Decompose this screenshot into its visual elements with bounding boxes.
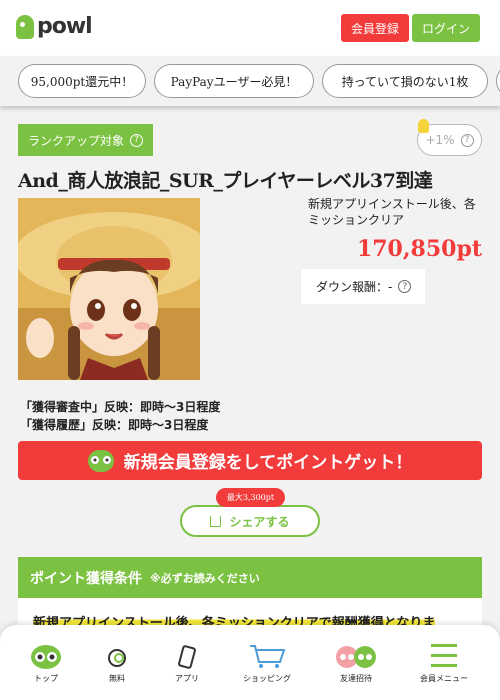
owl-icon [87, 449, 114, 472]
campaign-filter-bar: 95,000pt還元中！ PayPayユーザー必見！ 持っていて損のない1枚 [0, 56, 500, 106]
offer-title: And_商人放浪記_SUR_プレイヤーレベル37到達 [18, 170, 433, 192]
logo-text: powl [37, 14, 93, 39]
cart-icon [248, 639, 286, 669]
cta-label: 新規会員登録をしてポイントゲット！ [123, 453, 413, 473]
share-icon [210, 515, 222, 527]
help-icon[interactable]: ? [398, 280, 412, 293]
share-label: シェアする [229, 514, 290, 529]
help-icon: ? [460, 133, 474, 147]
nav-item-apps[interactable]: アプリ [152, 639, 222, 684]
down-reward-box: ダウン報酬：- ? [301, 269, 425, 304]
share-max-points-tag: 最大3,300pt [216, 488, 285, 507]
conditions-title: ポイント獲得条件 [30, 570, 142, 587]
share-button[interactable]: シェアする [180, 505, 320, 537]
nav-item-free[interactable]: 無料 [82, 639, 152, 684]
nav-label: 友達招待 [340, 674, 372, 683]
conditions-note: ※必ずお読みください [150, 571, 260, 585]
offer-condition-summary: 新規アプリインストール後、各ミッションクリア [308, 197, 476, 227]
nav-label: トップ [34, 674, 58, 683]
site-header: powl 会員登録 ログイン [0, 0, 500, 56]
bonus-rate-label: +1% [425, 133, 455, 147]
nav-label: 会員メニュー [420, 674, 468, 683]
nav-label: ショッピング [243, 674, 291, 683]
reflection-notes: 「獲得審査中」反映：即時～3日程度 「獲得履歴」反映：即時～3日程度 [20, 398, 220, 434]
login-button[interactable]: ログイン [412, 14, 480, 42]
filter-chip[interactable]: 持っていて損のない1枚 [322, 64, 488, 98]
nav-item-member-menu[interactable]: 会員メニュー [409, 639, 479, 684]
nav-label: アプリ [175, 674, 199, 683]
down-reward-label: ダウン報酬：- [316, 280, 393, 294]
nav-label: 無料 [109, 674, 125, 683]
bottom-navigation: トップ 無料 アプリ ショッピング 友達招待 会員メニュー [0, 625, 500, 700]
conditions-heading: ポイント獲得条件 ※必ずお読みください [18, 557, 482, 598]
friends-icon [335, 639, 377, 669]
filter-chip[interactable]: PayPayユーザー必見！ [154, 64, 314, 98]
nav-item-invite[interactable]: 友達招待 [321, 639, 391, 684]
register-button[interactable]: 会員登録 [341, 14, 409, 42]
owl-icon [31, 639, 61, 669]
nav-item-shopping[interactable]: ショッピング [232, 639, 302, 684]
nav-item-top[interactable]: トップ [11, 639, 81, 684]
note-history-period: 「獲得履歴」反映：即時～3日程度 [20, 418, 209, 432]
register-cta-button[interactable]: 新規会員登録をしてポイントゲット！ [18, 441, 482, 480]
offer-points: 170,850pt [356, 236, 482, 262]
filter-chip-overflow[interactable] [496, 64, 500, 98]
help-icon: ? [130, 133, 144, 147]
powl-logo[interactable]: powl [16, 14, 93, 39]
owl-logo-icon [16, 14, 34, 39]
rank-up-badge[interactable]: ランクアップ対象 ? [18, 124, 153, 156]
coin-icon [106, 639, 128, 669]
filter-chip[interactable]: 95,000pt還元中！ [18, 64, 146, 98]
menu-icon [431, 639, 457, 669]
lightbulb-icon [418, 119, 429, 133]
rank-up-label: ランクアップ対象 [28, 133, 125, 148]
smartphone-icon [177, 639, 197, 669]
offer-thumbnail [18, 198, 200, 380]
note-review-period: 「獲得審査中」反映：即時～3日程度 [20, 400, 221, 414]
